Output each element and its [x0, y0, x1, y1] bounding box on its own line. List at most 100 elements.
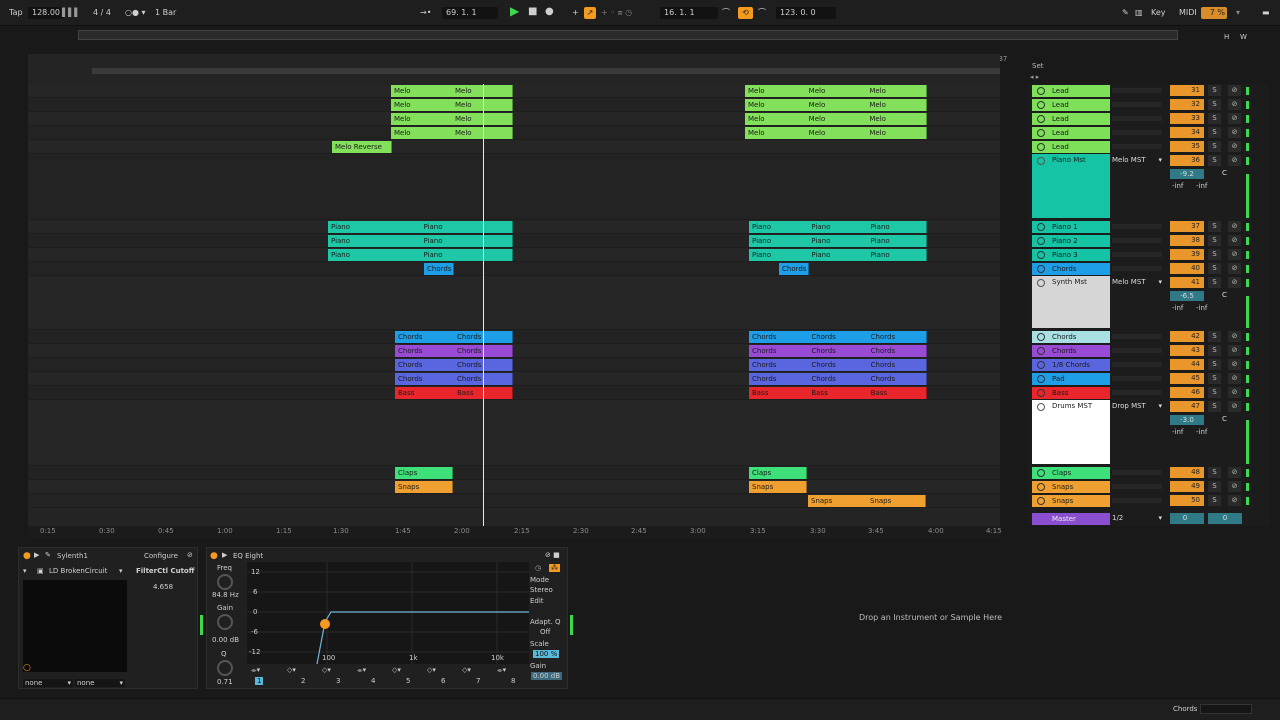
loop-brace[interactable]	[92, 68, 1000, 74]
menu-icon[interactable]: ▾	[1236, 7, 1240, 19]
tempo-field[interactable]: 128.00	[28, 7, 64, 19]
midi-map-button[interactable]: MIDI	[1179, 7, 1197, 19]
volume-field[interactable]: -6.5	[1170, 291, 1204, 301]
solo-button[interactable]: S	[1208, 141, 1221, 152]
volume-slider[interactable]	[1112, 130, 1162, 135]
master-volume[interactable]: 0	[1170, 513, 1204, 524]
device-on-icon[interactable]: ●	[210, 551, 218, 561]
q-value[interactable]: 0.71	[217, 678, 233, 686]
volume-slider[interactable]	[1112, 470, 1162, 475]
volume-slider[interactable]	[1112, 376, 1162, 381]
track-number[interactable]: 46	[1170, 387, 1204, 398]
arrangement-clip[interactable]: Chords Chords	[395, 373, 513, 385]
track-header[interactable]: Lead 31 S ⊘	[1028, 84, 1270, 98]
track-header[interactable]: Piano 3 39 S ⊘	[1028, 248, 1270, 262]
solo-button[interactable]: S	[1208, 373, 1221, 384]
device-on-icon[interactable]: ●	[23, 551, 31, 561]
track-name[interactable]: Claps	[1032, 467, 1110, 479]
track-header[interactable]: Drums MST Drop MST ▾ -3.0 C -inf -inf 47 S ⊘	[1028, 400, 1270, 466]
track-header[interactable]: Piano 1 37 S ⊘	[1028, 220, 1270, 234]
arm-icon[interactable]: ⊘	[1228, 277, 1241, 288]
track-name[interactable]: Master	[1032, 513, 1110, 525]
arm-icon[interactable]: ⊘	[1228, 235, 1241, 246]
track-fold-icon[interactable]	[1037, 129, 1045, 137]
track-number[interactable]: 31	[1170, 85, 1204, 96]
volume-slider[interactable]	[1112, 144, 1162, 149]
arrangement-clip[interactable]: Melo Melo	[391, 113, 513, 125]
track-name[interactable]: Snaps	[1032, 481, 1110, 493]
time-signature[interactable]: 4 / 4	[93, 7, 111, 19]
w-toggle[interactable]: W	[1240, 31, 1247, 43]
track-lane[interactable]	[28, 400, 1000, 466]
preset-save-icon[interactable]: ⊘	[187, 551, 193, 559]
arrangement-clip[interactable]: Chords Chords Chords	[749, 359, 927, 371]
audition-icon[interactable]: ⁂	[549, 564, 560, 572]
track-lane[interactable]	[28, 262, 1000, 276]
track-name[interactable]: Bass	[1032, 387, 1110, 399]
band-filter-icon[interactable]: ◇▾	[462, 666, 471, 674]
track-name[interactable]: Lead	[1032, 141, 1110, 153]
band-filter-icon[interactable]: ⌯▾	[497, 666, 506, 675]
arrangement-clip[interactable]: Melo Melo	[391, 99, 513, 111]
arrangement-clip[interactable]: Melo Melo	[391, 127, 513, 139]
q-knob[interactable]	[217, 660, 233, 676]
track-name[interactable]: Piano Mst	[1032, 154, 1110, 218]
track-fold-icon[interactable]	[1037, 389, 1045, 397]
track-header[interactable]: Piano 2 38 S ⊘	[1028, 234, 1270, 248]
solo-button[interactable]: S	[1208, 481, 1221, 492]
arm-icon[interactable]: ⊘	[1228, 331, 1241, 342]
song-position[interactable]: 69. 1. 1	[442, 7, 498, 19]
volume-slider[interactable]	[1112, 348, 1162, 353]
track-fold-icon[interactable]	[1037, 237, 1045, 245]
track-lane[interactable]	[28, 154, 1000, 220]
track-fold-icon[interactable]	[1037, 157, 1045, 165]
arrangement-clip[interactable]: Chords Chords	[395, 345, 513, 357]
band-toggle-3[interactable]: 3	[336, 677, 340, 685]
track-fold-icon[interactable]	[1037, 279, 1045, 287]
track-fold-icon[interactable]	[1037, 143, 1045, 151]
track-number[interactable]: 49	[1170, 481, 1204, 492]
solo-button[interactable]: S	[1208, 387, 1221, 398]
arm-icon[interactable]: ⊘	[1228, 113, 1241, 124]
track-header[interactable]: Lead 35 S ⊘	[1028, 140, 1270, 154]
record-button[interactable]: ●	[545, 6, 554, 18]
track-header[interactable]: Snaps 50 S ⊘	[1028, 494, 1270, 508]
track-number[interactable]: 42	[1170, 331, 1204, 342]
solo-button[interactable]: S	[1208, 249, 1221, 260]
arrangement-clip[interactable]: Piano Piano Piano	[749, 221, 927, 233]
track-name[interactable]: Piano 2	[1032, 235, 1110, 247]
arrangement-clip[interactable]: Piano Piano	[328, 249, 513, 261]
gain-knob[interactable]	[217, 614, 233, 630]
track-header[interactable]: Chords 42 S ⊘	[1028, 330, 1270, 344]
set-nav-icon[interactable]: ◂ ▸	[1030, 73, 1039, 81]
volume-slider[interactable]	[1112, 484, 1162, 489]
save-icon[interactable]: ▣	[37, 567, 44, 575]
pan-field[interactable]: C	[1222, 169, 1227, 177]
track-name[interactable]: Piano 1	[1032, 221, 1110, 233]
solo-button[interactable]: S	[1208, 345, 1221, 356]
volume-slider[interactable]	[1112, 116, 1162, 121]
track-name[interactable]: Snaps	[1032, 495, 1110, 507]
track-name[interactable]: Chords	[1032, 263, 1110, 275]
track-lane[interactable]	[28, 276, 1000, 330]
edit-toggle[interactable]: Edit	[530, 597, 544, 605]
volume-slider[interactable]	[1112, 102, 1162, 107]
track-fold-icon[interactable]	[1037, 347, 1045, 355]
track-header[interactable]: Pad 45 S ⊘	[1028, 372, 1270, 386]
band-toggle-6[interactable]: 6	[441, 677, 445, 685]
track-header[interactable]: 1/8 Chords 44 S ⊘	[1028, 358, 1270, 372]
track-fold-icon[interactable]	[1037, 403, 1045, 411]
solo-button[interactable]: S	[1208, 155, 1221, 166]
freq-value[interactable]: 84.8 Hz	[212, 591, 239, 599]
track-number[interactable]: 32	[1170, 99, 1204, 110]
solo-button[interactable]: S	[1208, 235, 1221, 246]
volume-slider[interactable]	[1112, 252, 1162, 257]
solo-button[interactable]: S	[1208, 263, 1221, 274]
pan-field[interactable]: C	[1222, 415, 1227, 423]
band-toggle-1[interactable]: 1	[255, 677, 264, 685]
volume-slider[interactable]	[1112, 390, 1162, 395]
track-name[interactable]: Lead	[1032, 113, 1110, 125]
arm-icon[interactable]: ⊘	[1228, 359, 1241, 370]
band-filter-icon[interactable]: ◇▾	[287, 666, 296, 674]
track-fold-icon[interactable]	[1037, 469, 1045, 477]
